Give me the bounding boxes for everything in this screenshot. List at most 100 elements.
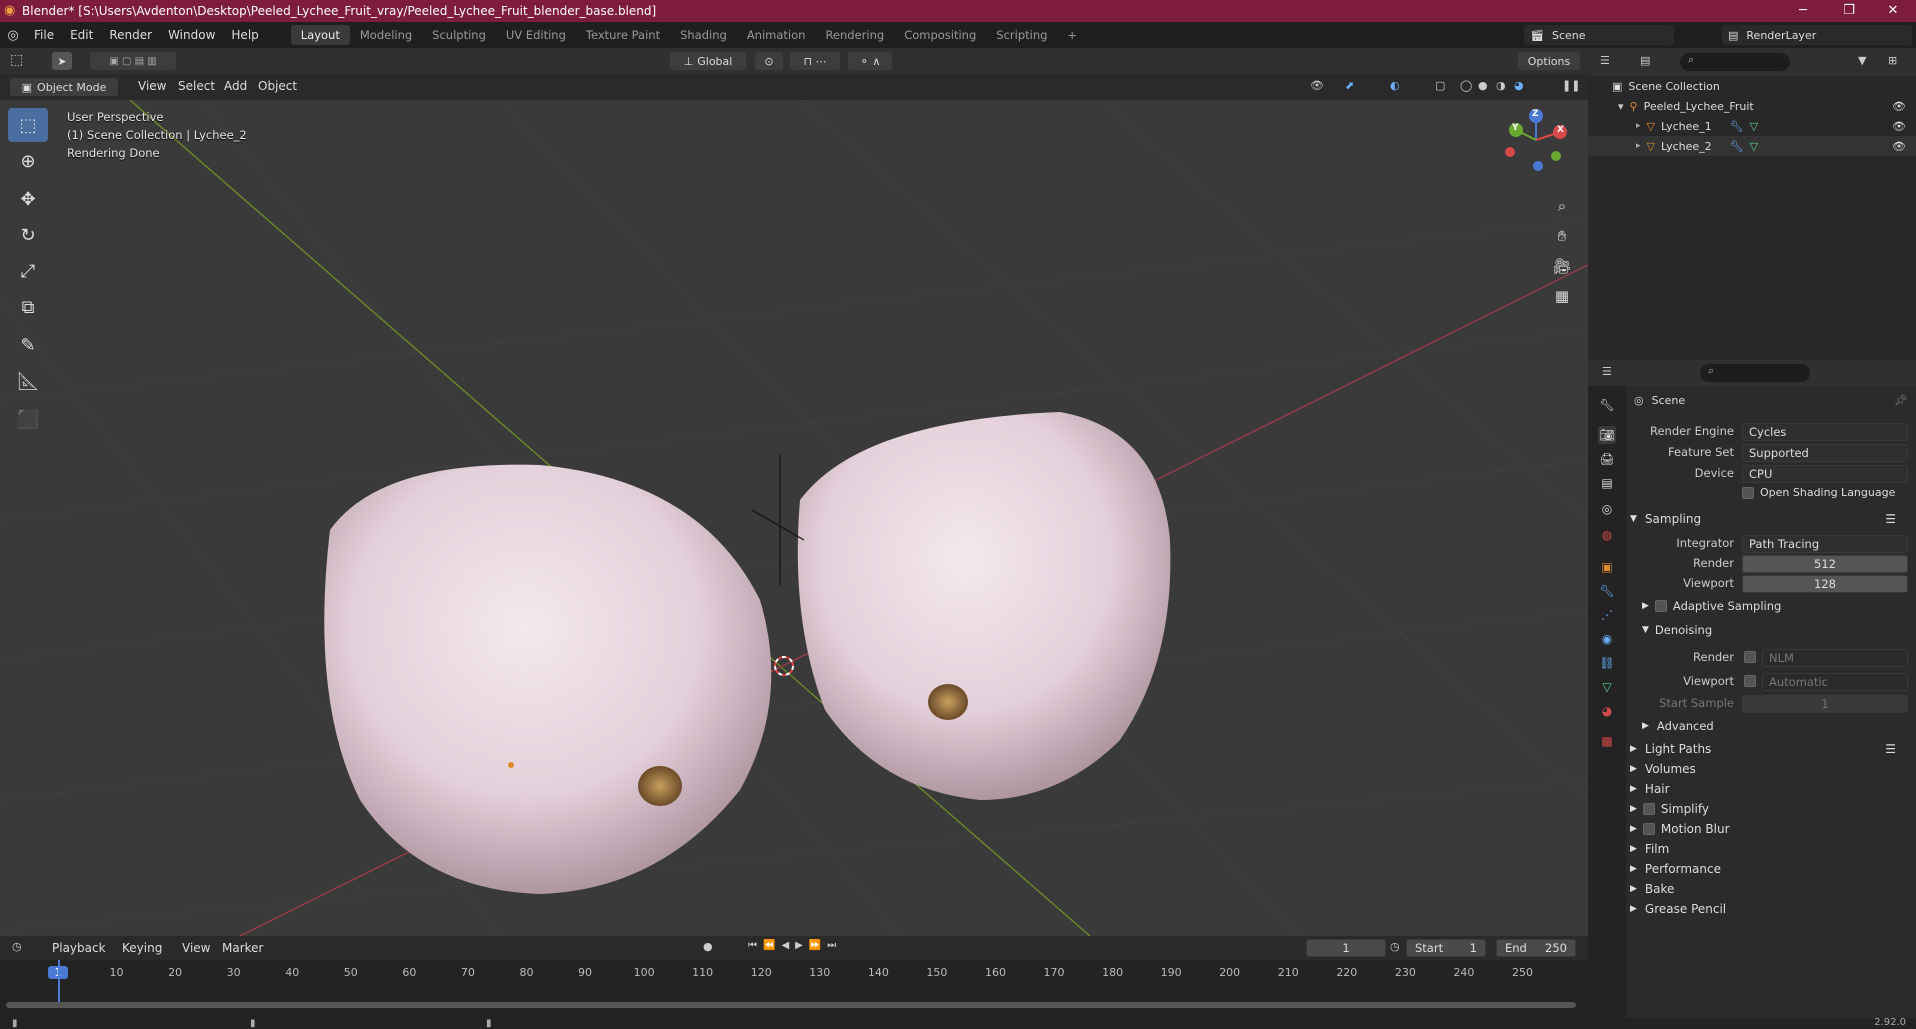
modifier-icon[interactable]: 🔧︎ (1730, 140, 1744, 153)
menu-render[interactable]: Render (101, 28, 160, 42)
eye-icon[interactable]: 👁︎ (1892, 100, 1906, 113)
tab-sculpting[interactable]: Sculpting (422, 25, 496, 45)
denoise-viewport-dropdown[interactable]: Automatic (1762, 673, 1908, 691)
tab-layout[interactable]: Layout (290, 25, 350, 45)
adaptive-sampling-subpanel[interactable]: ▶ Adaptive Sampling (1626, 596, 1916, 616)
checkbox-box[interactable] (1742, 486, 1754, 499)
outliner-row-lychee-2[interactable]: ▸ ▽ Lychee_2 🔧︎ ▽ 👁︎ (1588, 136, 1916, 156)
navigation-gizmo[interactable]: Z X Y (1496, 100, 1576, 186)
camera-view-icon[interactable]: 🎥︎ (1548, 252, 1576, 280)
grease-pencil-panel[interactable]: ▶ Grease Pencil (1616, 898, 1916, 920)
film-panel[interactable]: ▶ Film (1616, 838, 1916, 860)
playhead[interactable] (58, 960, 60, 1002)
outliner-row-scene-collection[interactable]: ▣ Scene Collection (1588, 76, 1916, 96)
mode-dropdown[interactable]: ▣ Object Mode (10, 78, 118, 96)
osl-checkbox[interactable]: Open Shading Language (1742, 486, 1895, 499)
view-layer-tab-icon[interactable]: ▤ (1598, 474, 1616, 492)
current-frame-field[interactable]: 1 (1306, 939, 1386, 957)
tab-modeling[interactable]: Modeling (350, 25, 422, 45)
modifier-tab-icon[interactable]: 🔧︎ (1598, 582, 1616, 600)
rotate-tool-icon[interactable]: ↻ (8, 218, 48, 252)
menu-edit[interactable]: Edit (62, 28, 101, 42)
motion-blur-panel[interactable]: ▶ Motion Blur (1616, 818, 1916, 840)
timeline-editor-icon[interactable]: ◷ (12, 940, 22, 953)
checkbox-box[interactable] (1654, 600, 1667, 612)
pause-icon[interactable]: ❚❚ (1562, 79, 1580, 92)
gizmo-toggle-icon[interactable]: ⬈ (1345, 79, 1354, 92)
mesh-data-icon[interactable]: ▽ (1750, 120, 1758, 133)
editor-type-icon[interactable]: ⬚ (10, 52, 23, 68)
eye-icon[interactable]: 👁︎ (1892, 140, 1906, 153)
checkbox-box[interactable] (1642, 823, 1655, 835)
integrator-dropdown[interactable]: Path Tracing (1742, 535, 1908, 553)
render-engine-dropdown[interactable]: Cycles (1742, 423, 1908, 441)
solid-shading-icon[interactable]: ● (1478, 79, 1488, 92)
bake-panel[interactable]: ▶ Bake (1616, 878, 1916, 900)
proportional-edit-icon[interactable]: ⚬ ∧ (848, 52, 892, 70)
options-dropdown[interactable]: Options (1518, 52, 1580, 70)
properties-search-input[interactable]: ⌕ (1700, 364, 1810, 382)
device-dropdown[interactable]: CPU (1742, 465, 1908, 483)
3d-viewport[interactable]: User Perspective (1) Scene Collection | … (0, 100, 1588, 936)
advanced-subpanel[interactable]: ▶ Advanced (1626, 716, 1916, 736)
move-tool-icon[interactable]: ✥ (8, 182, 48, 216)
minimize-button[interactable]: ─ (1780, 0, 1826, 22)
menu-keying[interactable]: Keying (114, 941, 170, 955)
filter-icon[interactable]: ▼ (1858, 54, 1866, 67)
select-tool-icon[interactable]: ➤ (52, 52, 72, 70)
object-tab-icon[interactable]: ▣ (1598, 558, 1616, 576)
outliner-row-lychee-1[interactable]: ▸ ▽ Lychee_1 🔧︎ ▽ 👁︎ (1588, 116, 1916, 136)
new-collection-icon[interactable]: ⊞ (1888, 54, 1897, 67)
outliner-editor-icon[interactable]: ☰ (1600, 54, 1610, 67)
scene-tab-icon[interactable]: ◎ (1598, 500, 1616, 518)
close-button[interactable]: ✕ (1870, 0, 1916, 22)
transform-orientation-dropdown[interactable]: ⊥ Global (670, 52, 746, 70)
modifier-icon[interactable]: 🔧︎ (1730, 120, 1744, 133)
menu-marker[interactable]: Marker (214, 941, 271, 955)
denoise-render-checkbox[interactable] (1744, 651, 1756, 663)
menu-view[interactable]: View (174, 941, 218, 955)
add-cube-tool-icon[interactable]: ⬛ (8, 402, 48, 436)
tab-scripting[interactable]: Scripting (986, 25, 1057, 45)
material-shading-icon[interactable]: ◑ (1496, 79, 1506, 92)
tab-shading[interactable]: Shading (670, 25, 737, 45)
pivot-point-icon[interactable]: ⊙ (755, 52, 783, 70)
performance-panel[interactable]: ▶ Performance (1616, 858, 1916, 880)
particles-tab-icon[interactable]: ⋰ (1598, 606, 1616, 624)
pin-icon[interactable]: 📌︎ (1894, 394, 1908, 407)
tab-rendering[interactable]: Rendering (815, 25, 894, 45)
scale-tool-icon[interactable]: ⤢ (8, 254, 48, 288)
measure-tool-icon[interactable]: 📐︎ (8, 364, 48, 398)
add-workspace-button[interactable]: + (1057, 25, 1087, 45)
end-frame-field[interactable]: End 250 (1496, 939, 1576, 957)
render-layer-selector[interactable]: ▤ RenderLayer (1722, 25, 1912, 45)
denoising-subpanel[interactable]: ▼ Denoising (1626, 620, 1916, 640)
presets-icon[interactable]: ☰ (1885, 512, 1896, 526)
annotate-tool-icon[interactable]: ✎ (8, 328, 48, 362)
light-paths-panel[interactable]: ▶ Light Paths ☰ (1616, 738, 1916, 760)
transform-tool-icon[interactable]: ⧉ (8, 290, 48, 324)
clock-icon[interactable]: ◷ (1390, 940, 1400, 953)
feature-set-dropdown[interactable]: Supported (1742, 444, 1908, 462)
render-samples-field[interactable]: 512 (1742, 555, 1908, 573)
timeline-scrollbar[interactable] (6, 1002, 1576, 1008)
grid-toggle-icon[interactable]: ▦ (1548, 282, 1576, 310)
expand-arrow-icon[interactable]: ▸ (1636, 121, 1641, 131)
playback-controls[interactable]: ⏮⏪◀▶⏩⏭ (748, 940, 842, 951)
cursor-tool-icon[interactable]: ⊕ (8, 144, 48, 178)
denoise-render-dropdown[interactable]: NLM (1762, 649, 1908, 667)
volumes-panel[interactable]: ▶ Volumes (1616, 758, 1916, 780)
texture-tab-icon[interactable]: ▩ (1598, 732, 1616, 750)
blender-menu-icon[interactable]: ◎ (0, 28, 26, 43)
maximize-button[interactable]: ❐ (1826, 0, 1872, 22)
eye-icon[interactable]: 👁︎ (1892, 120, 1906, 133)
physics-tab-icon[interactable]: ◉ (1598, 630, 1616, 648)
snap-icon[interactable]: ⊓ ⋯ (790, 52, 840, 70)
outliner-search-input[interactable]: ⌕ (1680, 53, 1790, 71)
select-box-icon[interactable]: ⬚ (8, 108, 48, 142)
tab-texture-paint[interactable]: Texture Paint (576, 25, 670, 45)
display-mode-icon[interactable]: ▤ (1640, 54, 1650, 67)
start-frame-field[interactable]: Start 1 (1406, 939, 1486, 957)
visibility-icon[interactable]: 👁︎ (1310, 79, 1324, 92)
tool-tab-icon[interactable]: 🔧︎ (1598, 396, 1616, 414)
